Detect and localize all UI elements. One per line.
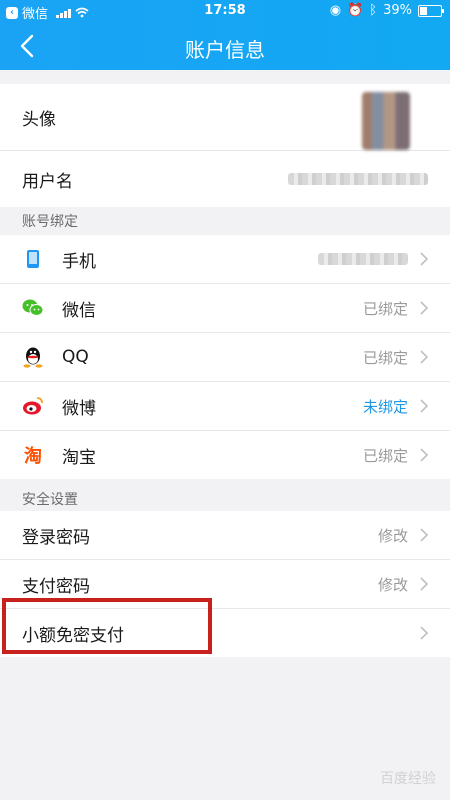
header-bar: ‹ 微信 17:58 ◉ ⏰ ᛒ 39% 账户信息 xyxy=(0,0,450,70)
chevron-right-icon xyxy=(420,577,429,591)
qq-icon xyxy=(22,346,44,368)
chevron-right-icon xyxy=(420,301,429,315)
status-right: ◉ ⏰ ᛒ 39% xyxy=(329,3,444,18)
username-label: 用户名 xyxy=(22,171,73,192)
binding-status: 已绑定 xyxy=(362,348,408,367)
highlight-box xyxy=(2,598,212,654)
phone-number-blurred xyxy=(318,253,408,265)
chevron-right-icon xyxy=(420,626,429,640)
chevron-right-icon xyxy=(420,399,429,413)
avatar[interactable] xyxy=(362,92,410,150)
bluetooth-icon: ᛒ xyxy=(369,3,378,18)
security-label: 支付密码 xyxy=(22,576,90,597)
binding-status: 已绑定 xyxy=(362,299,408,318)
chevron-right-icon xyxy=(420,350,429,364)
wechat-icon xyxy=(22,297,44,319)
binding-label: 微信 xyxy=(62,300,96,321)
security-row-login-password[interactable]: 登录密码 修改 xyxy=(0,511,450,560)
binding-label: 手机 xyxy=(62,251,96,272)
phone-icon xyxy=(22,248,44,270)
binding-label: QQ xyxy=(62,347,89,367)
binding-status: 已绑定 xyxy=(362,446,408,465)
chevron-right-icon xyxy=(420,252,429,266)
binding-row-phone[interactable]: 手机 xyxy=(0,235,450,284)
modify-link[interactable]: 修改 xyxy=(378,525,408,546)
username-row[interactable]: 用户名 xyxy=(0,151,450,207)
username-value-blurred xyxy=(288,173,428,185)
binding-row-taobao[interactable]: 淘 淘宝 已绑定 xyxy=(0,431,450,479)
taobao-icon: 淘 xyxy=(24,446,42,467)
security-label: 登录密码 xyxy=(22,527,90,548)
modify-link[interactable]: 修改 xyxy=(378,574,408,595)
weibo-icon xyxy=(22,395,44,417)
binding-status: 未绑定 xyxy=(362,397,408,416)
binding-section: 手机 微信 已绑定 QQ 已绑定 微博 未绑定 淘 淘宝 已绑定 xyxy=(0,235,450,479)
binding-row-qq[interactable]: QQ 已绑定 xyxy=(0,333,450,382)
avatar-label: 头像 xyxy=(22,109,56,130)
binding-section-title: 账号绑定 xyxy=(22,214,78,230)
alarm-icon: ⏰ xyxy=(347,3,364,18)
binding-row-weibo[interactable]: 微博 未绑定 xyxy=(0,382,450,431)
page-title: 账户信息 xyxy=(185,38,265,62)
battery-icon xyxy=(418,4,444,17)
avatar-row[interactable]: 头像 xyxy=(0,84,450,151)
security-section-title: 安全设置 xyxy=(22,492,78,508)
binding-label: 淘宝 xyxy=(62,447,96,468)
watermark: 百度经验 xyxy=(380,771,436,787)
binding-row-wechat[interactable]: 微信 已绑定 xyxy=(0,284,450,333)
profile-section: 头像 用户名 xyxy=(0,84,450,207)
binding-label: 微博 xyxy=(62,398,96,419)
status-bar: ‹ 微信 17:58 ◉ ⏰ ᛒ 39% xyxy=(0,0,450,22)
chevron-right-icon xyxy=(420,528,429,542)
chevron-right-icon xyxy=(420,448,429,462)
orientation-lock-icon: ◉ xyxy=(329,3,342,18)
battery-percent: 39% xyxy=(383,3,412,18)
